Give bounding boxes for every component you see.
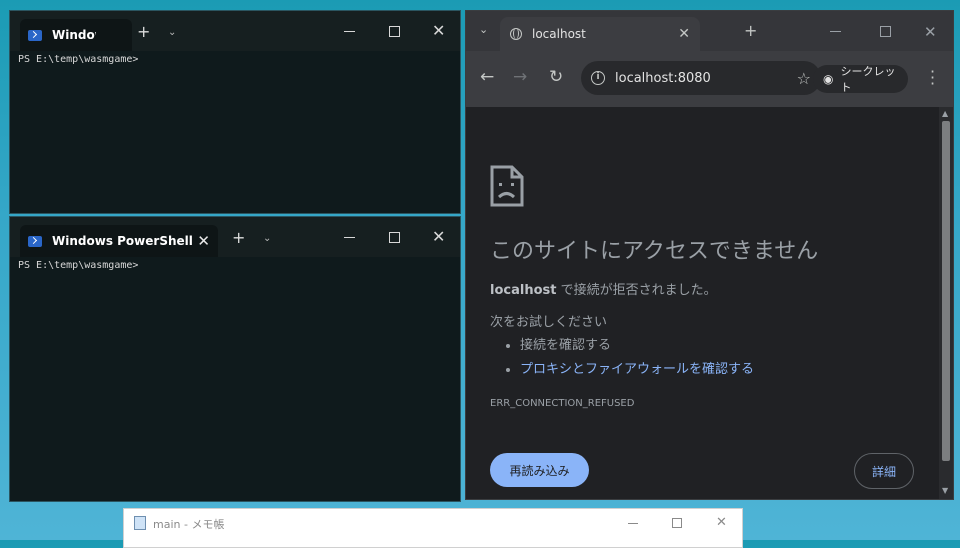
incognito-indicator[interactable]: ◉ シークレット	[813, 65, 908, 94]
terminal-tab-title: Windows PowerShell	[52, 28, 96, 42]
close-button[interactable]: ✕	[432, 23, 445, 39]
chevron-down-icon[interactable]: ⌄	[168, 27, 176, 38]
terminal-window-bottom: Windows PowerShell ✕ + ⌄ ✕ PS E:\temp\wa…	[9, 216, 461, 502]
scroll-up-arrow-icon[interactable]: ▲	[942, 109, 948, 118]
terminal-output[interactable]: PS E:\temp\wasmgame>	[10, 51, 460, 213]
browser-tab[interactable]: localhost ✕	[500, 17, 700, 51]
tab-search-chevron-icon[interactable]: ⌄	[479, 23, 488, 36]
address-bar[interactable]: i localhost:8080 ☆	[581, 61, 821, 95]
minimize-button[interactable]	[628, 523, 638, 524]
new-tab-button[interactable]: +	[744, 21, 757, 40]
terminal-titlebar: Windows PowerShell ✕ + ⌄ ✕	[10, 217, 460, 257]
notepad-window: main - メモ帳 ✕	[123, 508, 743, 548]
terminal-tab[interactable]: Windows PowerShell	[20, 19, 132, 51]
close-tab-icon[interactable]: ✕	[678, 26, 690, 42]
terminal-window-top: Windows PowerShell + ⌄ ✕ PS E:\temp\wasm…	[9, 10, 461, 214]
browser-tabbar: ⌄ localhost ✕ + ✕	[466, 11, 953, 51]
forward-arrow-icon[interactable]: →	[513, 67, 527, 87]
browser-window: ⌄ localhost ✕ + ✕ ← → ↻ i localhost:8080…	[465, 10, 954, 500]
new-tab-button[interactable]: +	[232, 228, 245, 247]
error-code: ERR_CONNECTION_REFUSED	[490, 398, 635, 409]
close-tab-icon[interactable]: ✕	[197, 232, 210, 250]
incognito-icon: ◉	[823, 72, 834, 86]
terminal-tab[interactable]: Windows PowerShell ✕	[20, 225, 218, 257]
maximize-button[interactable]	[389, 232, 400, 243]
close-button[interactable]: ✕	[716, 515, 727, 530]
terminal-output[interactable]: PS E:\temp\wasmgame>	[10, 257, 460, 501]
details-button[interactable]: 詳細	[854, 453, 914, 489]
error-host: localhost	[490, 283, 557, 298]
incognito-label: シークレット	[840, 65, 896, 94]
error-description: localhost で接続が拒否されました。	[490, 279, 717, 298]
star-icon[interactable]: ☆	[797, 69, 811, 88]
reload-button[interactable]: 再読み込み	[490, 453, 589, 487]
suggestion-link[interactable]: プロキシとファイアウォールを確認する	[506, 358, 754, 377]
error-message: で接続が拒否されました。	[556, 283, 717, 298]
close-button[interactable]: ✕	[432, 229, 445, 245]
maximize-button[interactable]	[672, 518, 682, 528]
maximize-button[interactable]	[389, 26, 400, 37]
terminal-prompt: PS E:\temp\wasmgame>	[18, 260, 139, 271]
back-arrow-icon[interactable]: ←	[480, 67, 494, 87]
scrollbar[interactable]: ▲ ▼	[939, 107, 953, 499]
maximize-button[interactable]	[880, 26, 891, 37]
scrollbar-thumb[interactable]	[942, 121, 950, 461]
url-text[interactable]: localhost:8080	[615, 71, 711, 86]
suggestion-text: 接続を確認する	[520, 338, 612, 353]
info-icon[interactable]: i	[591, 71, 605, 85]
kebab-menu-icon[interactable]: · · ·	[930, 64, 935, 92]
suggestion-link-text[interactable]: プロキシとファイアウォールを確認する	[520, 362, 754, 377]
chevron-down-icon[interactable]: ⌄	[263, 233, 271, 244]
error-title: このサイトにアクセスできません	[490, 239, 819, 264]
error-page: このサイトにアクセスできません localhost で接続が拒否されました。 次…	[466, 107, 939, 499]
minimize-button[interactable]	[344, 237, 355, 238]
notepad-icon	[134, 516, 146, 530]
reload-icon[interactable]: ↻	[549, 67, 563, 87]
browser-toolbar: ← → ↻ i localhost:8080 ☆ ◉ シークレット · · ·	[466, 51, 953, 107]
browser-tab-title: localhost	[532, 27, 586, 41]
sad-document-icon	[490, 165, 524, 207]
new-tab-button[interactable]: +	[137, 22, 150, 41]
try-label: 次をお試しください	[490, 315, 608, 330]
scroll-down-arrow-icon[interactable]: ▼	[942, 486, 948, 495]
notepad-title: main - メモ帳	[153, 518, 225, 531]
minimize-button[interactable]	[344, 31, 355, 32]
globe-icon	[510, 28, 522, 40]
suggestion-item: 接続を確認する	[506, 334, 611, 353]
terminal-titlebar: Windows PowerShell + ⌄ ✕	[10, 11, 460, 51]
close-button[interactable]: ✕	[924, 23, 937, 41]
powershell-icon	[28, 29, 42, 41]
minimize-button[interactable]	[830, 31, 841, 32]
powershell-icon	[28, 235, 42, 247]
terminal-prompt: PS E:\temp\wasmgame>	[18, 54, 139, 65]
terminal-tab-title: Windows PowerShell	[52, 234, 193, 248]
